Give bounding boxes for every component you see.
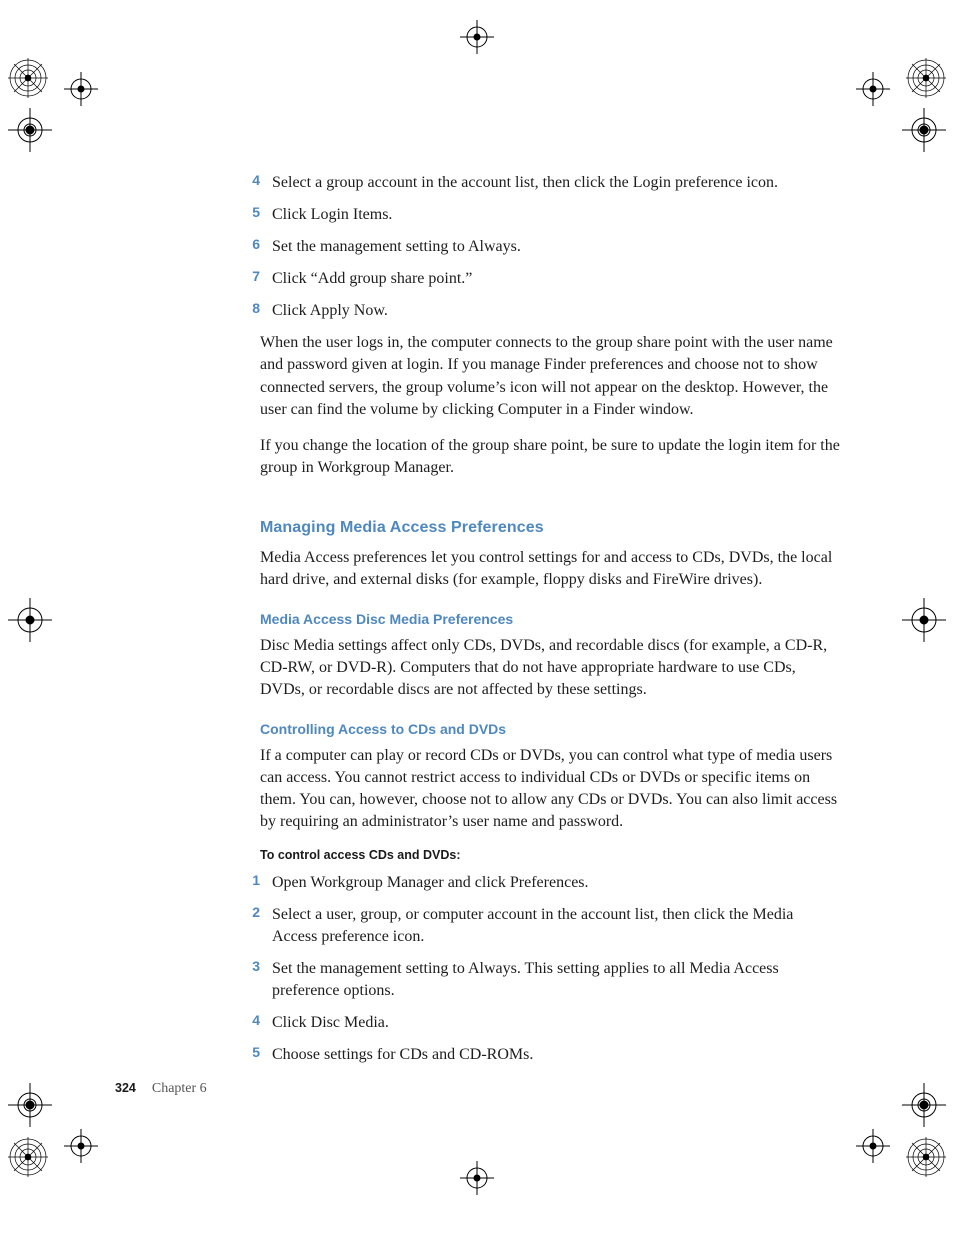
paragraph: If you change the location of the group …	[260, 435, 840, 479]
step-number: 4	[236, 1012, 272, 1028]
registration-mark-icon	[8, 598, 52, 642]
step-text: Click “Add group share point.”	[272, 268, 472, 290]
step-item: 2Select a user, group, or computer accou…	[260, 904, 840, 948]
step-item: 8Click Apply Now.	[260, 300, 840, 322]
page-number: 324	[115, 1081, 136, 1095]
crosshair-icon	[460, 20, 494, 54]
step-number: 3	[236, 958, 272, 974]
step-text: Click Login Items.	[272, 204, 392, 226]
numbered-steps-b: 1Open Workgroup Manager and click Prefer…	[260, 872, 840, 1067]
step-text: Click Disc Media.	[272, 1012, 389, 1034]
crosshair-icon	[460, 1161, 494, 1195]
step-item: 4Click Disc Media.	[260, 1012, 840, 1034]
step-text: Select a group account in the account li…	[272, 172, 778, 194]
step-text: Select a user, group, or computer accoun…	[272, 904, 840, 948]
step-number: 4	[236, 172, 272, 188]
crosshair-icon	[856, 72, 890, 106]
step-item: 6Set the management setting to Always.	[260, 236, 840, 258]
step-number: 8	[236, 300, 272, 316]
section-heading-managing-media-access: Managing Media Access Preferences	[260, 519, 840, 537]
step-item: 5Choose settings for CDs and CD-ROMs.	[260, 1044, 840, 1066]
registration-mark-icon	[8, 1083, 52, 1127]
step-text: Set the management setting to Always.	[272, 236, 521, 258]
registration-rosette-icon	[8, 1137, 48, 1177]
step-item: 4Select a group account in the account l…	[260, 172, 840, 194]
task-heading-to-control-access: To control access CDs and DVDs:	[260, 848, 840, 862]
step-text: Open Workgroup Manager and click Prefere…	[272, 872, 589, 894]
subsection-heading-controlling-access: Controlling Access to CDs and DVDs	[260, 721, 840, 737]
registration-mark-icon	[8, 108, 52, 152]
document-page: 4Select a group account in the account l…	[0, 0, 954, 1235]
registration-rosette-icon	[906, 1137, 946, 1177]
paragraph: When the user logs in, the computer conn…	[260, 332, 840, 420]
numbered-steps-a: 4Select a group account in the account l…	[260, 172, 840, 322]
page-content: 4Select a group account in the account l…	[260, 172, 840, 1076]
step-number: 7	[236, 268, 272, 284]
step-item: 5Click Login Items.	[260, 204, 840, 226]
registration-mark-icon	[902, 1083, 946, 1127]
registration-rosette-icon	[8, 58, 48, 98]
crosshair-icon	[64, 1129, 98, 1163]
paragraph: If a computer can play or record CDs or …	[260, 745, 840, 833]
step-number: 2	[236, 904, 272, 920]
crosshair-icon	[856, 1129, 890, 1163]
step-text: Choose settings for CDs and CD-ROMs.	[272, 1044, 533, 1066]
paragraph: Disc Media settings affect only CDs, DVD…	[260, 635, 840, 701]
registration-mark-icon	[902, 598, 946, 642]
step-text: Set the management setting to Always. Th…	[272, 958, 840, 1002]
subsection-heading-disc-media-prefs: Media Access Disc Media Preferences	[260, 611, 840, 627]
step-number: 1	[236, 872, 272, 888]
body-paragraphs-a: When the user logs in, the computer conn…	[260, 332, 840, 478]
registration-mark-icon	[902, 108, 946, 152]
step-number: 5	[236, 1044, 272, 1060]
registration-rosette-icon	[906, 58, 946, 98]
step-text: Click Apply Now.	[272, 300, 388, 322]
step-item: 3Set the management setting to Always. T…	[260, 958, 840, 1002]
step-item: 7Click “Add group share point.”	[260, 268, 840, 290]
step-item: 1Open Workgroup Manager and click Prefer…	[260, 872, 840, 894]
step-number: 6	[236, 236, 272, 252]
chapter-label: Chapter 6	[152, 1081, 207, 1096]
step-number: 5	[236, 204, 272, 220]
page-footer: 324 Chapter 6	[115, 1079, 207, 1097]
paragraph: Media Access preferences let you control…	[260, 547, 840, 591]
crosshair-icon	[64, 72, 98, 106]
